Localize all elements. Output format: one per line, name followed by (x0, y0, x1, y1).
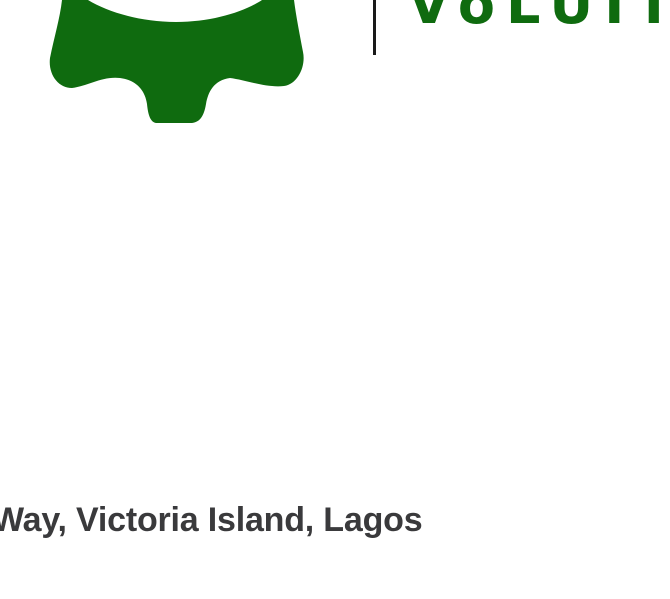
gear-shape (49, 0, 304, 123)
gear-logo-icon (49, 0, 304, 123)
page: VoLUIT Way, Victoria Island, Lagos (0, 0, 670, 599)
logo-divider (373, 0, 376, 55)
address-text: Way, Victoria Island, Lagos (0, 501, 423, 539)
brand-wordmark: VoLUIT (408, 0, 670, 36)
